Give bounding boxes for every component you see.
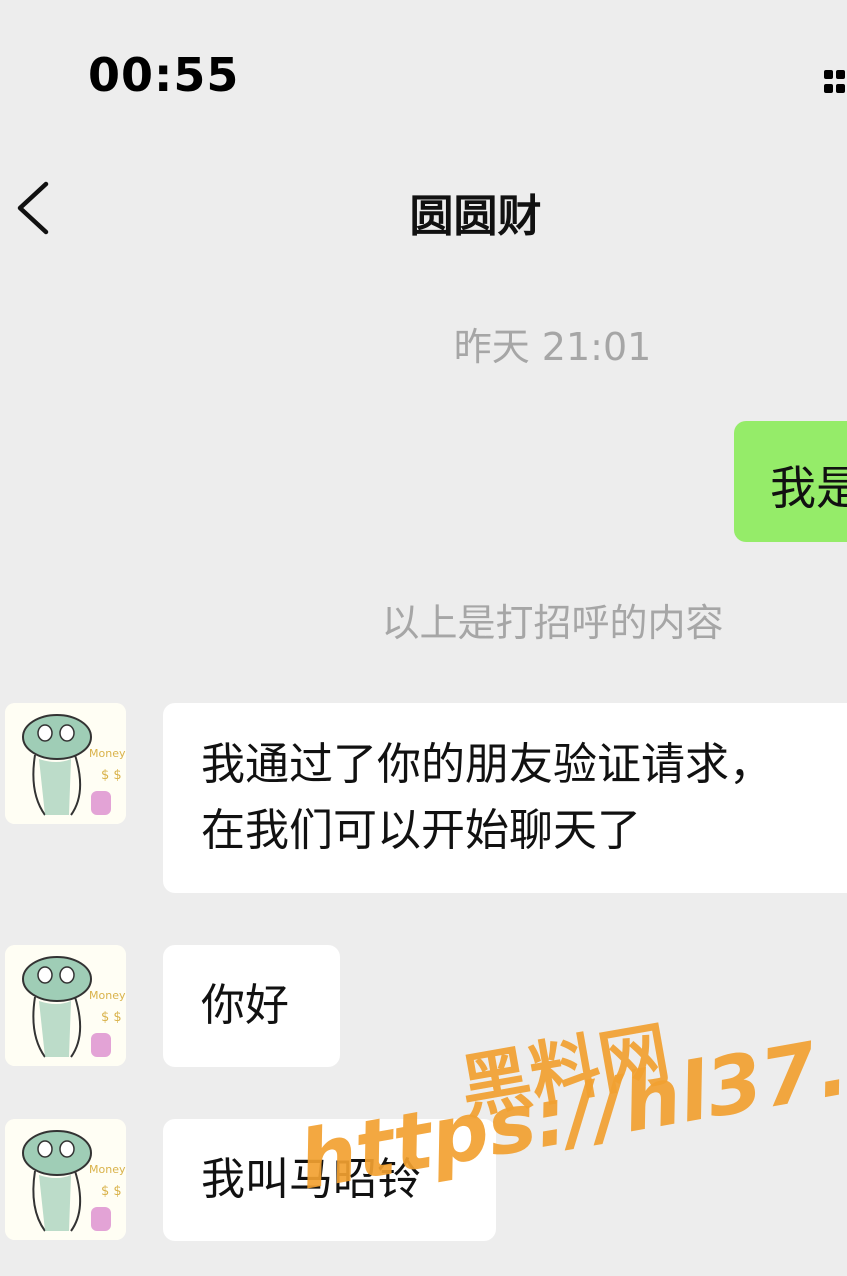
signal-icon xyxy=(824,70,847,100)
svg-text:Money: Money xyxy=(89,747,126,760)
incoming-message[interactable]: 我叫马昭铃 xyxy=(163,1119,496,1241)
contact-avatar[interactable]: Money $ $ xyxy=(5,703,126,824)
chat-title: 圆圆财 xyxy=(409,191,542,242)
svg-text:$ $: $ $ xyxy=(101,1184,122,1199)
incoming-message[interactable]: 你好 xyxy=(163,945,340,1067)
svg-text:$ $: $ $ xyxy=(101,768,122,783)
avatar-image: Money $ $ xyxy=(5,703,126,824)
system-note: 以上是打招呼的内容 xyxy=(381,601,724,645)
message-timestamp: 昨天 21:01 xyxy=(453,325,652,369)
watermark-title: 黑料网 xyxy=(454,1012,676,1130)
status-bar-time: 00:55 xyxy=(88,48,240,102)
outgoing-message[interactable]: 我是 xyxy=(734,421,847,542)
incoming-message[interactable]: 我通过了你的朋友验证请求， 在我们可以开始聊天了 xyxy=(163,703,847,893)
contact-avatar[interactable]: Money $ $ xyxy=(5,1119,126,1240)
avatar-image: Money $ $ xyxy=(5,945,126,1066)
svg-text:$ $: $ $ xyxy=(101,1010,122,1025)
avatar-image: Money $ $ xyxy=(5,1119,126,1240)
svg-text:Money: Money xyxy=(89,989,126,1002)
svg-text:Money: Money xyxy=(89,1163,126,1176)
contact-avatar[interactable]: Money $ $ xyxy=(5,945,126,1066)
chat-screen: 00:55 圆圆财 昨天 21:01 我是 以上是打招呼的内容 Money $ … xyxy=(0,0,847,1276)
